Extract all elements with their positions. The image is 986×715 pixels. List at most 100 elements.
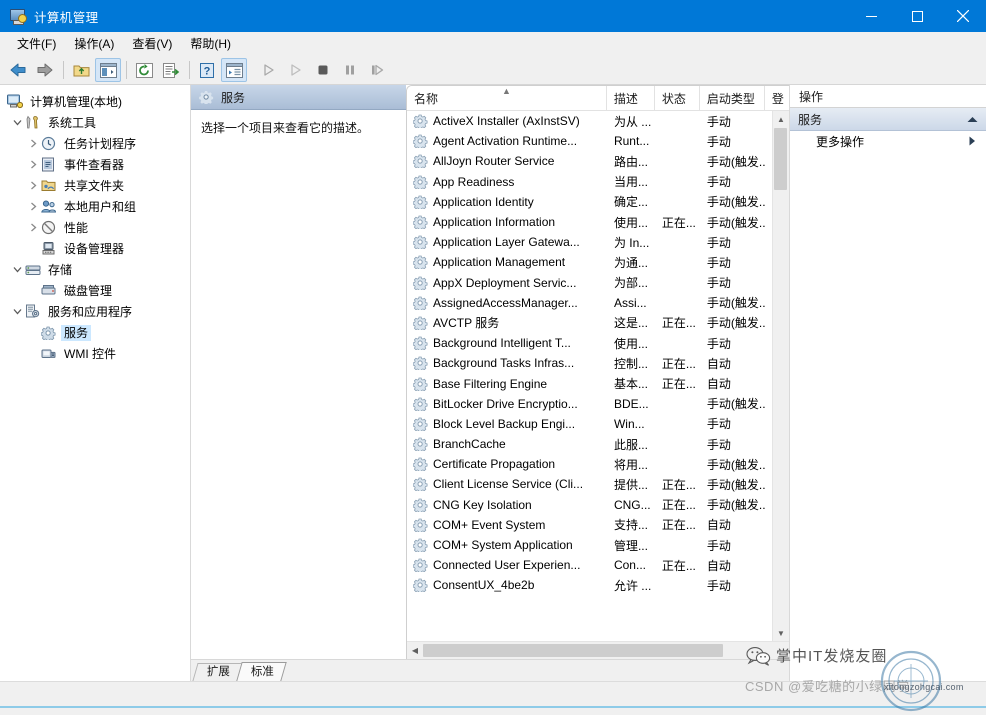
table-row[interactable]: Block Level Backup Engi...Win...手动本 <box>407 414 789 434</box>
list-vertical-scrollbar[interactable]: ▲ ▼ <box>772 111 789 641</box>
table-row[interactable]: COM+ Event System支持...正在...自动本 <box>407 515 789 535</box>
table-row[interactable]: CNG Key IsolationCNG...正在...手动(触发...本 <box>407 495 789 515</box>
table-row[interactable]: BranchCache此服...手动网 <box>407 434 789 454</box>
event-log-icon <box>40 157 57 173</box>
service-startup-type-cell: 手动 <box>700 537 765 554</box>
tree-item-event-viewer[interactable]: 事件查看器 <box>0 154 190 175</box>
horizontal-scroll-thumb[interactable] <box>423 644 723 657</box>
tab-standard[interactable]: 标准 <box>236 662 286 681</box>
tree-item-computer-management[interactable]: 计算机管理(本地) <box>0 91 190 112</box>
column-header-status[interactable]: 状态 <box>655 86 700 110</box>
scroll-left-arrow-icon[interactable]: ◀ <box>407 646 423 655</box>
tree-item-wmi-control[interactable]: WMI 控件 <box>0 343 190 364</box>
scroll-down-arrow-icon[interactable]: ▼ <box>773 625 789 641</box>
tab-label: 扩展 <box>207 664 230 681</box>
table-row[interactable]: Connected User Experien...Con...正在...自动本 <box>407 555 789 575</box>
tree-item-device-manager[interactable]: 设备管理器 <box>0 238 190 259</box>
show-hide-console-tree-icon[interactable] <box>95 58 121 82</box>
actions-section-services[interactable]: 服务 <box>790 108 986 131</box>
table-row[interactable]: Background Tasks Infras...控制...正在...自动本 <box>407 353 789 373</box>
table-row[interactable]: ActiveX Installer (AxInstSV)为从 ...手动本 <box>407 111 789 131</box>
tree-item-services[interactable]: 服务 <box>0 322 190 343</box>
close-button[interactable] <box>940 0 986 32</box>
column-header-startup-type[interactable]: 启动类型 <box>700 86 765 110</box>
service-name-label: BranchCache <box>433 437 506 451</box>
list-horizontal-scrollbar[interactable]: ◀ <box>407 641 789 659</box>
chevron-right-icon[interactable] <box>26 200 40 214</box>
tree-item-system-tools[interactable]: 系统工具 <box>0 112 190 133</box>
up-folder-icon[interactable] <box>68 58 94 82</box>
menu-help[interactable]: 帮助(H) <box>181 33 240 54</box>
vertical-scroll-thumb[interactable] <box>774 128 787 190</box>
forward-icon[interactable] <box>32 58 58 82</box>
tab-extended[interactable]: 扩展 <box>192 663 242 681</box>
table-row[interactable]: Application Layer Gatewa...为 In...手动本 <box>407 232 789 252</box>
services-list-header: ▲ 名称 描述 状态 启动类型 登 <box>407 86 789 111</box>
tree-item-local-users-groups[interactable]: 本地用户和组 <box>0 196 190 217</box>
action-more-actions[interactable]: 更多操作 <box>790 131 986 152</box>
service-status-cell: 正在... <box>655 516 700 533</box>
help-icon[interactable]: ? <box>194 58 220 82</box>
collapse-section-icon[interactable] <box>967 112 978 126</box>
table-row[interactable]: Application Identity确定...手动(触发...本 <box>407 192 789 212</box>
table-row[interactable]: BitLocker Drive Encryptio...BDE...手动(触发.… <box>407 394 789 414</box>
table-row[interactable]: App Readiness当用...手动本 <box>407 172 789 192</box>
table-row[interactable]: ConsentUX_4be2b允许 ...手动本 <box>407 575 789 595</box>
table-row[interactable]: Certificate Propagation将用...手动(触发...本 <box>407 454 789 474</box>
table-row[interactable]: Application Management为通...手动本 <box>407 252 789 272</box>
tree-item-shared-folders[interactable]: 共享文件夹 <box>0 175 190 196</box>
menu-file[interactable]: 文件(F) <box>8 33 65 54</box>
table-row[interactable]: COM+ System Application管理...手动本 <box>407 535 789 555</box>
table-row[interactable]: Background Intelligent T...使用...手动本 <box>407 333 789 353</box>
service-description-cell: 提供... <box>607 476 655 493</box>
tree-item-label: 计算机管理(本地) <box>27 94 125 110</box>
pause-service-icon[interactable] <box>337 58 363 82</box>
chevron-right-icon[interactable] <box>26 137 40 151</box>
service-name-cell: ActiveX Installer (AxInstSV) <box>407 114 607 128</box>
service-gear-icon <box>40 325 57 341</box>
resume-service-icon[interactable] <box>283 58 309 82</box>
show-hide-action-pane-icon[interactable] <box>221 58 247 82</box>
back-icon[interactable] <box>5 58 31 82</box>
column-header-description[interactable]: 描述 <box>607 86 655 110</box>
chevron-down-icon[interactable] <box>10 305 24 319</box>
column-header-log-on-as[interactable]: 登 <box>765 86 789 110</box>
chevron-right-icon[interactable] <box>26 221 40 235</box>
table-row[interactable]: Agent Activation Runtime...Runt...手动本 <box>407 131 789 151</box>
menu-view[interactable]: 查看(V) <box>123 33 181 54</box>
service-name-cell: Base Filtering Engine <box>407 377 607 391</box>
table-row[interactable]: Application Information使用...正在...手动(触发..… <box>407 212 789 232</box>
scroll-up-arrow-icon[interactable]: ▲ <box>773 111 789 127</box>
table-row[interactable]: AssignedAccessManager...Assi...手动(触发...本 <box>407 293 789 313</box>
tree-item-disk-management[interactable]: 磁盘管理 <box>0 280 190 301</box>
table-row[interactable]: Client License Service (Cli...提供...正在...… <box>407 474 789 494</box>
table-row[interactable]: AVCTP 服务这是...正在...手动(触发...本 <box>407 313 789 333</box>
service-description-cell: 当用... <box>607 173 655 190</box>
table-row[interactable]: AppX Deployment Servic...为部...手动本 <box>407 273 789 293</box>
table-row[interactable]: AllJoyn Router Service路由...手动(触发...本 <box>407 151 789 171</box>
chevron-right-icon[interactable] <box>26 158 40 172</box>
tree-item-storage[interactable]: 存储 <box>0 259 190 280</box>
export-list-icon[interactable] <box>158 58 184 82</box>
service-gear-icon <box>413 336 428 350</box>
tree-item-performance[interactable]: 性能 <box>0 217 190 238</box>
service-description-cell: 为从 ... <box>607 113 655 130</box>
column-header-name[interactable]: ▲ 名称 <box>407 86 607 110</box>
tree-item-task-scheduler[interactable]: 任务计划程序 <box>0 133 190 154</box>
chevron-down-icon[interactable] <box>10 116 24 130</box>
computer-management-window: 计算机管理 文件(F) 操作(A) 查看(V) 帮助(H) <box>0 0 986 708</box>
minimize-button[interactable] <box>848 0 894 32</box>
refresh-icon[interactable] <box>131 58 157 82</box>
maximize-button[interactable] <box>894 0 940 32</box>
menu-action[interactable]: 操作(A) <box>65 33 123 54</box>
chevron-right-icon[interactable] <box>26 179 40 193</box>
start-service-icon[interactable] <box>256 58 282 82</box>
restart-service-icon[interactable] <box>364 58 390 82</box>
shared-folder-icon <box>40 178 57 194</box>
service-description-cell: 控制... <box>607 355 655 372</box>
stop-service-icon[interactable] <box>310 58 336 82</box>
tree-item-services-and-applications[interactable]: 服务和应用程序 <box>0 301 190 322</box>
chevron-down-icon[interactable] <box>10 263 24 277</box>
service-name-label: ConsentUX_4be2b <box>433 578 534 592</box>
table-row[interactable]: Base Filtering Engine基本...正在...自动本 <box>407 373 789 393</box>
